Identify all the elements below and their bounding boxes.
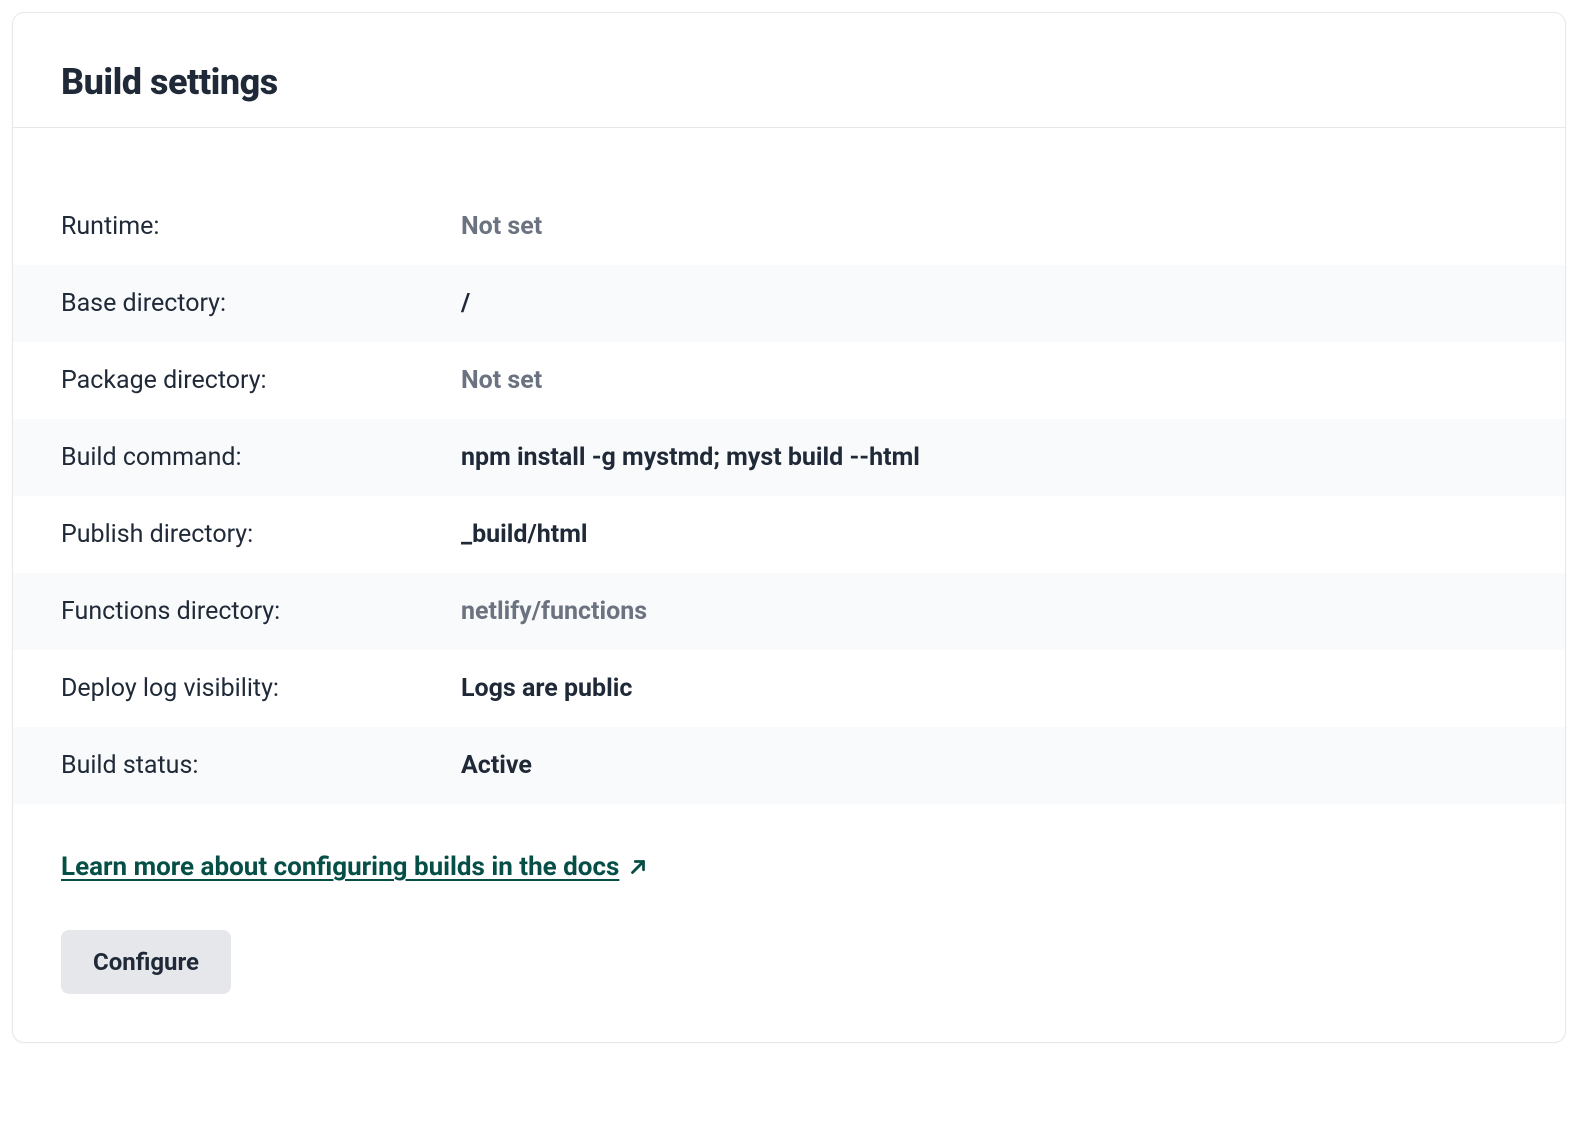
button-wrap: Configure xyxy=(13,882,1565,994)
build-settings-card: Build settings Runtime: Not set Base dir… xyxy=(12,12,1566,1043)
configure-button[interactable]: Configure xyxy=(61,930,231,994)
setting-row-build-status: Build status: Active xyxy=(13,727,1565,804)
setting-label: Runtime: xyxy=(61,212,461,241)
setting-value: Not set xyxy=(461,212,1517,241)
setting-label: Publish directory: xyxy=(61,520,461,549)
learn-more-link[interactable]: Learn more about configuring builds in t… xyxy=(61,852,649,882)
card-title: Build settings xyxy=(61,61,1517,103)
setting-row-package-directory: Package directory: Not set xyxy=(13,342,1565,419)
setting-value: Logs are public xyxy=(461,674,1517,703)
setting-label: Base directory: xyxy=(61,289,461,318)
setting-row-build-command: Build command: npm install -g mystmd; my… xyxy=(13,419,1565,496)
setting-value: Not set xyxy=(461,366,1517,395)
settings-list: Runtime: Not set Base directory: / Packa… xyxy=(13,188,1565,804)
setting-label: Package directory: xyxy=(61,366,461,395)
setting-label: Deploy log visibility: xyxy=(61,674,461,703)
setting-value: netlify/functions xyxy=(461,597,1517,626)
setting-row-runtime: Runtime: Not set xyxy=(13,188,1565,265)
setting-value: Active xyxy=(461,751,1517,780)
setting-row-base-directory: Base directory: / xyxy=(13,265,1565,342)
setting-label: Build status: xyxy=(61,751,461,780)
setting-label: Build command: xyxy=(61,443,461,472)
docs-link-wrap: Learn more about configuring builds in t… xyxy=(13,804,1565,882)
card-header: Build settings xyxy=(13,61,1565,128)
setting-row-publish-directory: Publish directory: _build/html xyxy=(13,496,1565,573)
setting-row-functions-directory: Functions directory: netlify/functions xyxy=(13,573,1565,650)
learn-more-text: Learn more about configuring builds in t… xyxy=(61,852,619,882)
setting-label: Functions directory: xyxy=(61,597,461,626)
external-link-icon xyxy=(627,856,649,878)
setting-value: _build/html xyxy=(461,520,1517,549)
setting-value: / xyxy=(461,289,1517,318)
setting-value: npm install -g mystmd; myst build --html xyxy=(461,443,1517,472)
setting-row-deploy-log-visibility: Deploy log visibility: Logs are public xyxy=(13,650,1565,727)
